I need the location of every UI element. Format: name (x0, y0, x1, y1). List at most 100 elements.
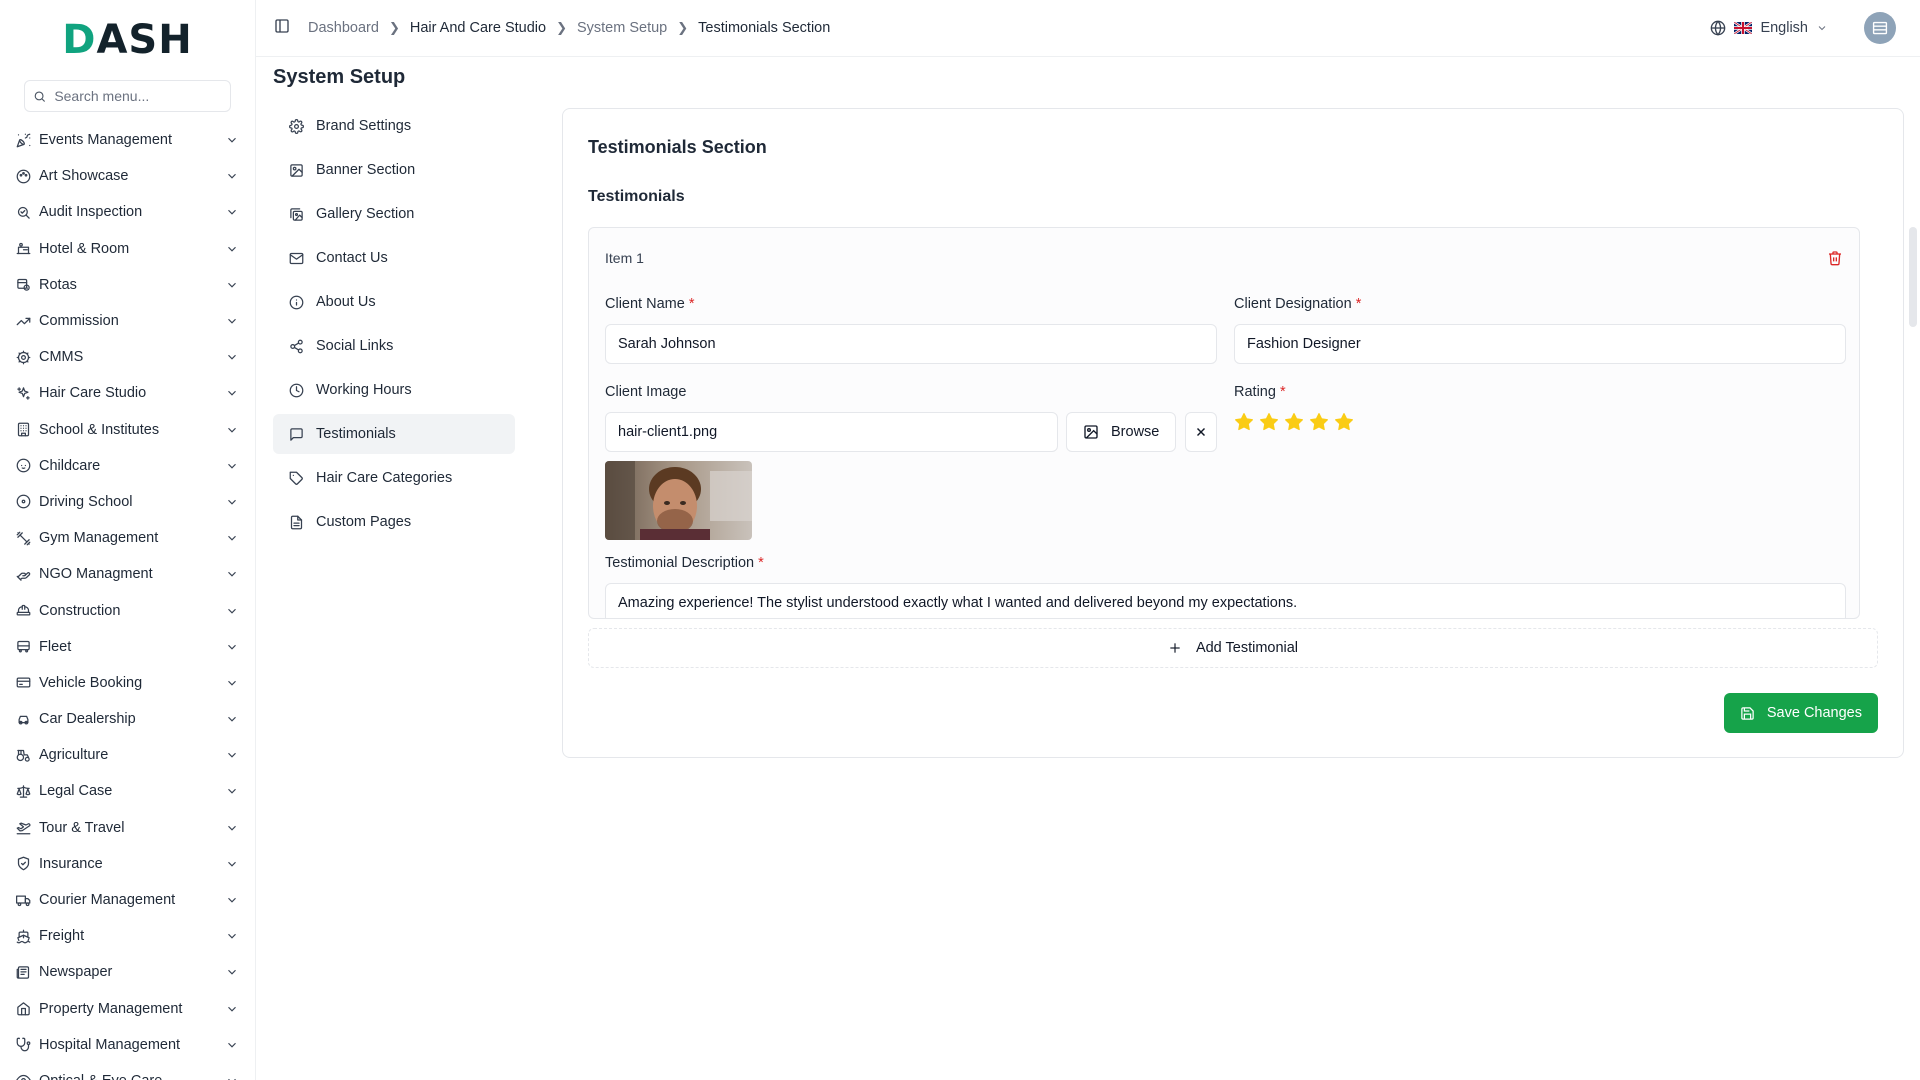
sidebar-item[interactable]: Art Showcase (0, 158, 255, 194)
sidebar-toggle-icon[interactable] (274, 18, 290, 39)
chevron-down-icon (228, 1042, 236, 1048)
sidebar-item[interactable]: Events Management (0, 122, 255, 158)
bus-icon (17, 641, 30, 653)
sidebar-item[interactable]: Driving School (0, 484, 255, 520)
chevron-down-icon (228, 318, 236, 324)
star-icon[interactable] (1234, 412, 1254, 432)
sidebar-item[interactable]: CMMS (0, 339, 255, 375)
settings-nav-item[interactable]: Contact Us (273, 238, 515, 278)
sidebar-item[interactable]: Fleet (0, 629, 255, 665)
sidebar-item[interactable]: Gym Management (0, 520, 255, 556)
chevron-down-icon (228, 608, 236, 614)
settings-nav-label: About Us (316, 294, 376, 310)
settings-nav-item[interactable]: Banner Section (273, 150, 515, 190)
breadcrumb-system-setup[interactable]: System Setup (577, 20, 667, 36)
image-icon (1084, 425, 1098, 439)
settings-nav-label: Working Hours (316, 382, 412, 398)
add-testimonial-label: Add Testimonial (1195, 640, 1299, 656)
sidebar-item-label: Fleet (39, 638, 72, 655)
settings-nav-item[interactable]: Social Links (273, 326, 515, 366)
sidebar-item[interactable]: NGO Managment (0, 556, 255, 592)
avatar[interactable] (1864, 12, 1896, 44)
sparkles-icon (17, 387, 30, 400)
sidebar-item[interactable]: Vehicle Booking (0, 665, 255, 701)
clear-image-button[interactable] (1185, 412, 1217, 452)
chevron-down-icon (228, 572, 236, 577)
browse-button[interactable]: Browse (1066, 412, 1177, 452)
sidebar-item[interactable]: Property Management (0, 991, 255, 1027)
party-popper-icon (16, 133, 31, 147)
car-icon (18, 715, 29, 725)
sidebar-item[interactable]: Legal Case (0, 773, 255, 809)
star-icon[interactable] (1284, 412, 1304, 432)
sidebar-item[interactable]: Car Dealership (0, 701, 255, 737)
home-icon (17, 1002, 30, 1016)
settings-nav-item[interactable]: About Us (273, 282, 515, 322)
client-image-input[interactable] (605, 412, 1058, 452)
sidebar-item-label: Car Dealership (39, 711, 136, 728)
sidebar-item-label: Vehicle Booking (39, 674, 143, 691)
language-label: English (1760, 20, 1808, 36)
browse-label: Browse (1111, 424, 1160, 440)
sidebar-item-label: Legal Case (39, 783, 113, 800)
search-check-icon (17, 206, 30, 219)
sidebar-item[interactable]: Hotel & Room (0, 231, 255, 267)
sidebar-item[interactable]: Freight (0, 918, 255, 954)
settings-nav-item[interactable]: Testimonials (273, 414, 515, 454)
hotel-icon (16, 243, 31, 255)
breadcrumb-dashboard[interactable]: Dashboard (308, 20, 379, 36)
sidebar-item[interactable]: Rotas (0, 267, 255, 303)
sidebar-item[interactable]: Commission (0, 303, 255, 339)
chevron-right-icon: ❯ (388, 20, 400, 35)
sidebar-item[interactable]: Construction (0, 592, 255, 628)
chevron-down-icon (228, 825, 236, 831)
search-input[interactable] (54, 88, 222, 104)
sidebar-item[interactable]: Insurance (0, 846, 255, 882)
sidebar-item[interactable]: Courier Management (0, 882, 255, 918)
settings-nav-item[interactable]: Custom Pages (273, 502, 515, 542)
star-icon[interactable] (1334, 412, 1354, 432)
chevron-down-icon (228, 427, 236, 433)
sidebar-item-label: Freight (39, 928, 85, 945)
sidebar-item[interactable]: Hair Care Studio (0, 375, 255, 411)
settings-nav-item[interactable]: Gallery Section (273, 194, 515, 234)
chevron-down-icon (228, 680, 236, 686)
language-selector[interactable]: English (1710, 20, 1828, 36)
chevron-down-icon (228, 391, 236, 396)
sidebar-item-label: Courier Management (39, 892, 176, 909)
description-textarea[interactable] (605, 583, 1846, 618)
sidebar-item[interactable]: Hospital Management (0, 1027, 255, 1063)
tag-icon (289, 471, 303, 485)
sidebar-item-label: Property Management (39, 1000, 183, 1017)
sidebar-item-label: Gym Management (39, 530, 159, 547)
sidebar-item[interactable]: Optical & Eye Care (0, 1063, 255, 1080)
dumbbell-icon (16, 531, 31, 546)
add-testimonial-button[interactable]: Add Testimonial (588, 628, 1878, 668)
settings-nav-item[interactable]: Hair Care Categories (273, 458, 515, 498)
sidebar-item-label: Art Showcase (39, 168, 129, 185)
trash-icon[interactable] (1827, 250, 1843, 271)
cog-icon (16, 350, 31, 365)
client-designation-label: Client Designation * (1234, 296, 1362, 312)
settings-nav-label: Banner Section (316, 162, 416, 178)
sidebar-item[interactable]: Agriculture (0, 737, 255, 773)
settings-nav-item[interactable]: Brand Settings (273, 106, 515, 146)
star-icon[interactable] (1309, 412, 1329, 432)
sidebar-item[interactable]: Newspaper (0, 954, 255, 990)
client-name-input[interactable] (605, 324, 1217, 364)
share-icon (290, 339, 303, 353)
scrollbar[interactable] (1909, 227, 1917, 327)
breadcrumb-studio[interactable]: Hair And Care Studio (410, 20, 546, 36)
client-photo (605, 461, 752, 540)
sidebar-item[interactable]: School & Institutes (0, 412, 255, 448)
sidebar-item[interactable]: Tour & Travel (0, 810, 255, 846)
logo[interactable]: DASH (0, 0, 255, 80)
card-title: Testimonials Section (588, 137, 767, 157)
save-changes-button[interactable]: Save Changes (1723, 693, 1878, 733)
client-designation-input[interactable] (1234, 324, 1846, 364)
star-icon[interactable] (1259, 412, 1279, 432)
sidebar-item[interactable]: Audit Inspection (0, 194, 255, 230)
sidebar-item[interactable]: Childcare (0, 448, 255, 484)
calendar-clock-icon (17, 279, 30, 292)
settings-nav-item[interactable]: Working Hours (273, 370, 515, 410)
